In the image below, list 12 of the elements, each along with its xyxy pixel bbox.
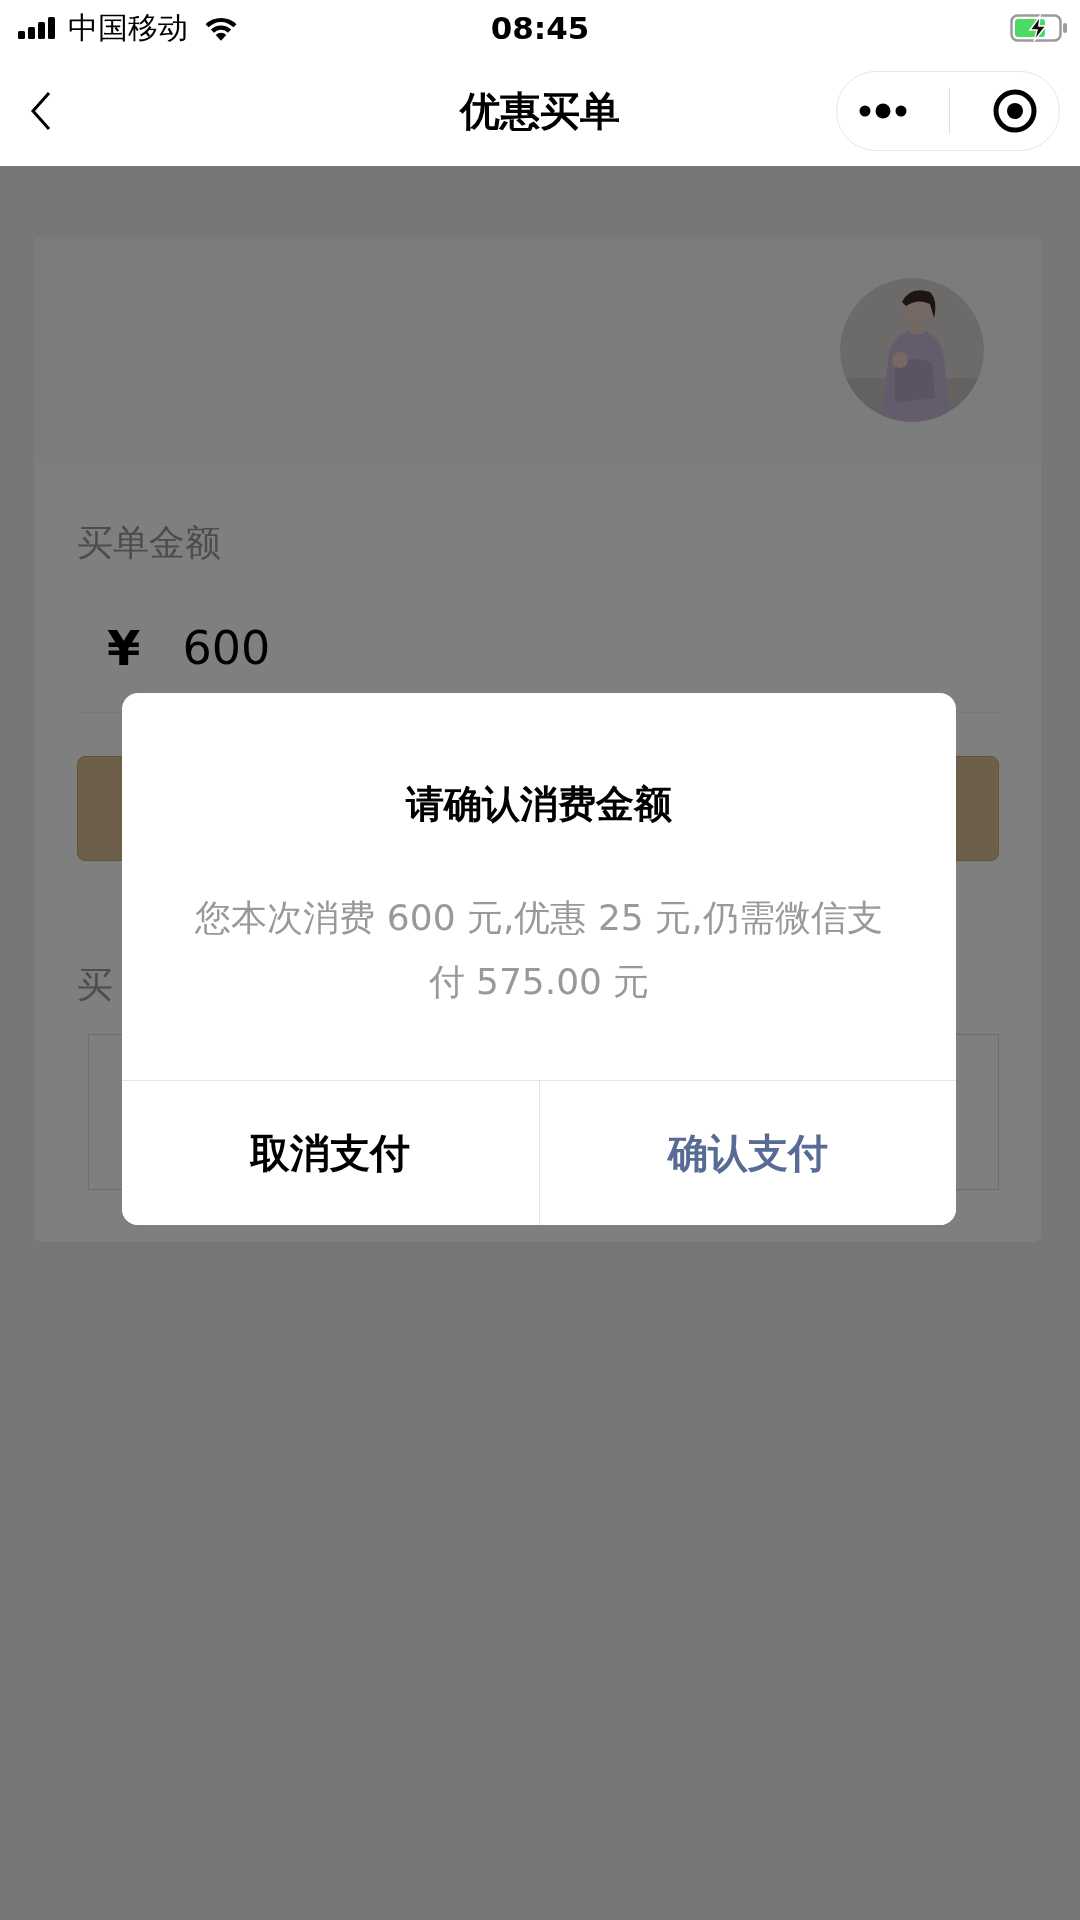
status-time: 08:45 [490,10,590,46]
carrier-name: 中国移动 [68,8,188,47]
dialog-title: 请确认消费金额 [404,781,673,828]
dialog-message: 您本次消费 600 元,优惠 25 元,仍需微信支付 575.00 元 [194,896,884,1004]
currency-symbol: ¥ [107,620,141,676]
wifi-icon [204,15,238,41]
confirm-button[interactable]: 确认支付 [538,1081,956,1225]
signal-icon [18,17,58,39]
amount-field[interactable]: 600 [182,621,383,675]
page-title: 优惠买单 [460,86,620,136]
back-icon[interactable] [30,91,52,131]
more-icon[interactable] [857,103,908,119]
